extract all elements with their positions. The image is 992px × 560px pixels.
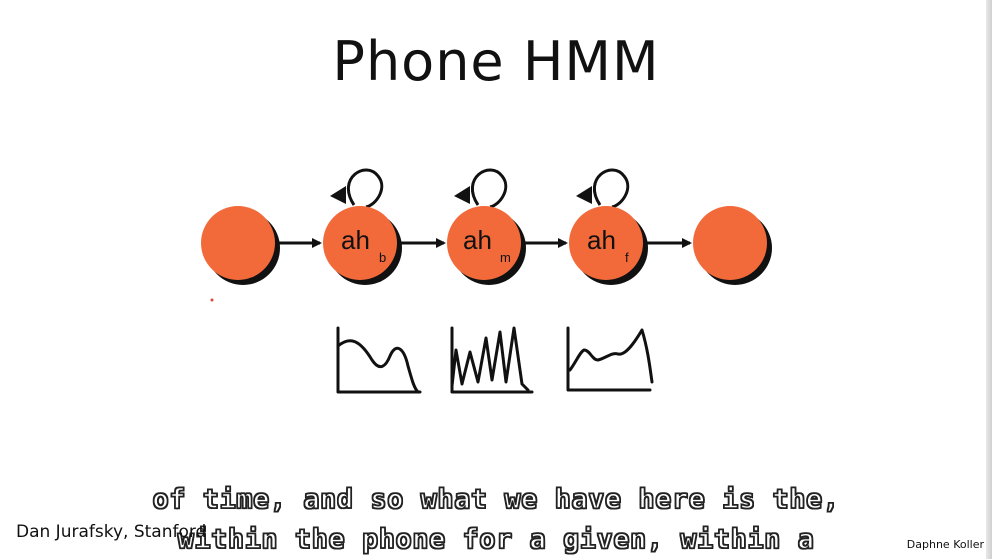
state-ah-m: ah m	[447, 206, 526, 285]
state-subscript: f	[625, 250, 629, 265]
state-end	[693, 206, 772, 285]
state-label: ah	[341, 225, 370, 255]
state-ah-b: ah b	[323, 206, 402, 285]
self-loop-3	[576, 168, 630, 209]
self-loop-2	[454, 168, 508, 209]
state-subscript: b	[379, 250, 386, 265]
video-subtitles: of time, and so what we have here is the…	[0, 480, 992, 560]
state-start	[201, 206, 280, 285]
stray-mark	[210, 298, 214, 302]
state-subscript: m	[500, 250, 511, 265]
credit-left: Dan Jurafsky, Stanford	[16, 522, 207, 542]
phone-hmm-diagram: ah b ah m ah f	[201, 168, 772, 394]
emission-sketch-m	[450, 326, 534, 394]
self-loop-1	[330, 168, 384, 209]
emission-sketch-f	[566, 326, 654, 392]
state-ah-f: ah f	[569, 206, 648, 285]
subtitle-line-1: of time, and so what we have here is the…	[152, 483, 840, 516]
credit-right: Daphne Koller	[906, 538, 984, 551]
emission-sketch-b	[336, 326, 422, 394]
state-label: ah	[587, 225, 616, 255]
state-label: ah	[463, 225, 492, 255]
